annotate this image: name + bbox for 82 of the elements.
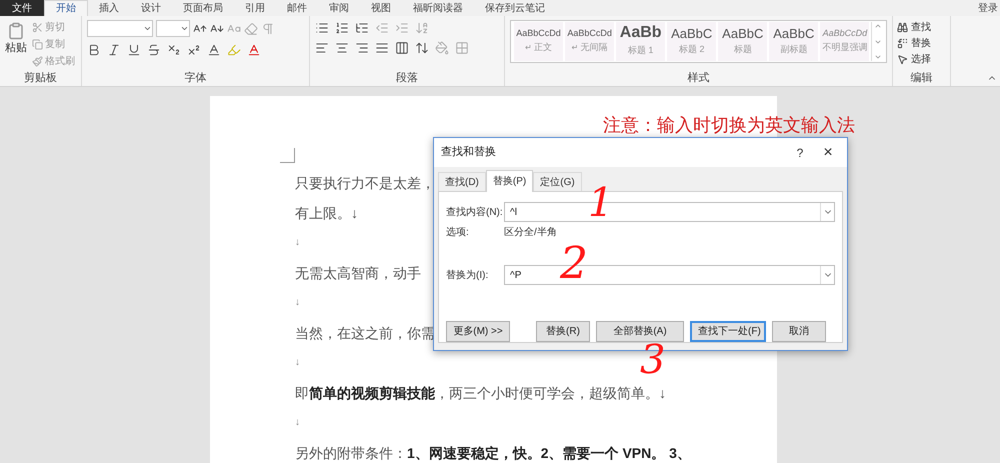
subscript-icon[interactable] [167, 43, 181, 57]
ribbon-tab[interactable]: 插入 [88, 0, 130, 16]
paragraph-text: 即简单的视频剪辑技能，两三个小时便可学会，超级简单。↓ [295, 384, 666, 403]
group-label: 字体 [184, 70, 206, 86]
group-label: 段落 [396, 70, 418, 86]
paragraph-mark: ↓ [295, 296, 300, 310]
sign-in-link[interactable]: 登录 [978, 0, 1000, 16]
dialog-button[interactable]: 替换(R) [536, 321, 590, 342]
ribbon-tab[interactable]: 视图 [360, 0, 402, 16]
scroll-up-icon[interactable] [874, 22, 882, 30]
ribbon-tab[interactable]: 文件 [0, 0, 44, 16]
binoculars-icon [897, 22, 908, 32]
annotation-text: 注意：输入时切换为英文输入法 [603, 115, 855, 135]
paragraph-text: 另外的附带条件：1、网速要稳定，快。2、需要一个 VPN。 3、 [295, 444, 691, 463]
style-item[interactable]: AaBbC 标题 [718, 22, 768, 61]
ribbon-tab[interactable]: 福昕阅读器 [402, 0, 474, 16]
underline-icon[interactable] [127, 43, 141, 57]
font-name-field[interactable] [87, 20, 153, 37]
dialog-title: 查找和替换 [441, 145, 496, 160]
paragraph-text: 有上限。↓ [295, 204, 358, 223]
paragraph-mark: ↓ [295, 356, 300, 370]
group-label: 剪贴板 [24, 70, 57, 86]
copy-icon [32, 38, 43, 50]
style-item[interactable]: AaBbC 标题 2 [667, 22, 716, 61]
ribbon-tab[interactable]: 保存到云笔记 [474, 0, 556, 16]
dialog-tab[interactable]: 查找(D) [438, 172, 486, 191]
ribbon-tab[interactable]: 开始 [44, 0, 88, 16]
more-styles-icon[interactable] [874, 53, 882, 61]
dialog-button[interactable]: 查找下一处(F) [690, 321, 766, 342]
paragraph-text: 无需太高智商，动手 [295, 264, 421, 283]
bold-icon[interactable] [87, 43, 101, 57]
style-item[interactable]: AaBbCcDd ↵ 正文 [514, 22, 564, 61]
style-item[interactable]: AaBbC 副标题 [769, 22, 818, 61]
paragraph-text: 当然，在这之前，你需 [295, 324, 435, 343]
font-color-icon[interactable] [247, 43, 261, 57]
align-center-icon[interactable] [335, 41, 349, 55]
dialog-button[interactable]: 取消 [772, 321, 826, 342]
field-label: 查找内容(N): [446, 206, 502, 220]
replace-icon [897, 38, 908, 48]
paragraph-mark: ↓ [295, 416, 300, 430]
ribbon-tab[interactable]: 设计 [130, 0, 172, 16]
text-effect-icon[interactable] [207, 43, 221, 57]
field-label: 选项: [446, 226, 470, 240]
distribute-icon[interactable] [395, 41, 409, 55]
align-right-icon[interactable] [355, 41, 369, 55]
numbering-icon[interactable] [335, 21, 349, 35]
strikethrough-icon[interactable] [147, 43, 161, 57]
style-item[interactable]: AaBb 标题 1 [616, 22, 666, 61]
field-label: 替换为(I): [446, 268, 490, 282]
ribbon-tab[interactable]: 页面布局 [172, 0, 234, 16]
multilevel-list-icon[interactable] [355, 21, 369, 35]
cut-icon [32, 22, 43, 32]
dialog-button[interactable]: 全部替换(A) [596, 321, 684, 342]
paragraph-text: 只要执行力不是太差， [295, 174, 435, 193]
options-value: 区分全/半角 [504, 226, 557, 240]
ribbon-tab[interactable]: 邮件 [276, 0, 318, 16]
font-size-field[interactable] [156, 20, 190, 37]
close-button[interactable]: × [816, 140, 840, 164]
paste-button[interactable]: 粘贴 [0, 16, 32, 70]
editing-button[interactable]: 替换 [897, 35, 946, 51]
brush-icon [32, 56, 43, 66]
dialog-tab[interactable]: 定位(G) [533, 172, 582, 191]
dialog-button[interactable]: 更多(M) >> [446, 321, 510, 342]
line-spacing-icon[interactable] [415, 41, 429, 55]
margin-corner-mark [280, 148, 295, 163]
help-button[interactable]: ? [788, 144, 812, 162]
style-item[interactable]: AaBbCcDd ↵ 无间隔 [565, 22, 614, 61]
pointer-icon [897, 54, 908, 64]
superscript-icon[interactable] [187, 43, 201, 57]
justify-icon[interactable] [375, 41, 389, 55]
italic-icon[interactable] [107, 43, 121, 57]
editing-button[interactable]: 选择 [897, 51, 946, 67]
handwritten-number: 3 [640, 340, 666, 380]
ribbon-tab[interactable]: 引用 [234, 0, 276, 16]
group-label: 样式 [688, 70, 710, 86]
group-label: 编辑 [910, 70, 932, 86]
clipboard-icon [7, 22, 25, 40]
editing-button[interactable]: 查找 [897, 19, 946, 35]
paragraph-mark: ↓ [295, 236, 300, 250]
dialog-tab[interactable]: 替换(P) [486, 170, 534, 192]
ribbon-tab[interactable]: 审阅 [318, 0, 360, 16]
align-left-icon[interactable] [315, 41, 329, 55]
